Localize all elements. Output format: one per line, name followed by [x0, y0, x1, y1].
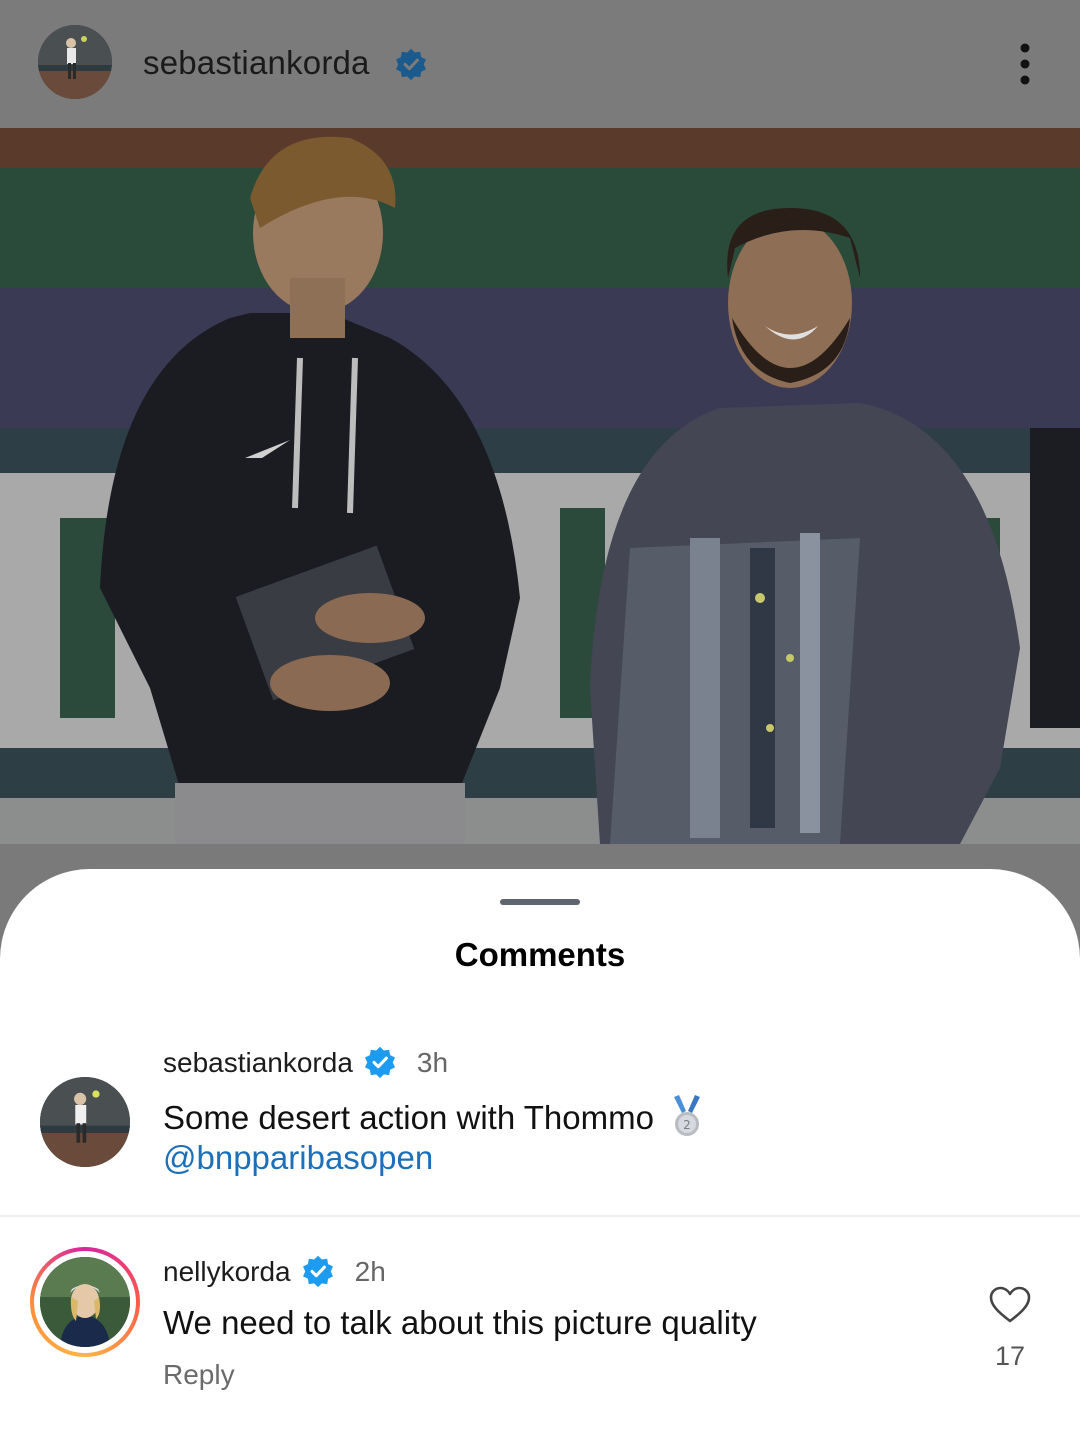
verified-badge-icon: [364, 1046, 395, 1079]
comment-header: nellykorda 2h: [163, 1254, 386, 1288]
comment-author-username[interactable]: nellykorda: [163, 1256, 291, 1287]
post-photo-image: [0, 128, 1080, 844]
heart-icon[interactable]: [989, 1286, 1031, 1324]
more-options-icon[interactable]: [1012, 40, 1038, 88]
sheet-drag-handle[interactable]: [500, 899, 580, 905]
comments-sheet: Comments sebastiankorda 3h Some desert a…: [0, 869, 1080, 1431]
post-author-username[interactable]: sebastiankorda: [143, 44, 370, 82]
post-photo[interactable]: [0, 128, 1080, 844]
comment-author-username[interactable]: sebastiankorda: [163, 1047, 353, 1078]
comment-mention-link[interactable]: @bnpparibasopen: [163, 1139, 433, 1177]
post-header: sebastiankorda: [0, 0, 1080, 128]
svg-text:2: 2: [683, 1118, 691, 1132]
comment-header: sebastiankorda 3h: [163, 1045, 448, 1079]
comment-text: Some desert action with Thommo 2: [163, 1095, 704, 1139]
comment-timestamp: 3h: [416, 1047, 449, 1078]
comment-body: We need to talk about this picture quali…: [163, 1304, 757, 1341]
comment-body: Some desert action with Thommo: [163, 1099, 654, 1136]
reply-button[interactable]: Reply: [163, 1359, 235, 1391]
post-author-avatar[interactable]: [38, 25, 112, 99]
silver-medal-icon: 2: [673, 1095, 700, 1136]
like-count: 17: [994, 1341, 1026, 1371]
comment-timestamp: 2h: [354, 1256, 386, 1287]
comment-author-avatar[interactable]: [40, 1257, 130, 1347]
verified-badge-icon: [396, 48, 426, 81]
verified-badge-icon: [302, 1255, 333, 1288]
comment-divider: [0, 1215, 1080, 1217]
comment-author-avatar[interactable]: [40, 1077, 130, 1167]
sheet-title: Comments: [454, 936, 626, 973]
